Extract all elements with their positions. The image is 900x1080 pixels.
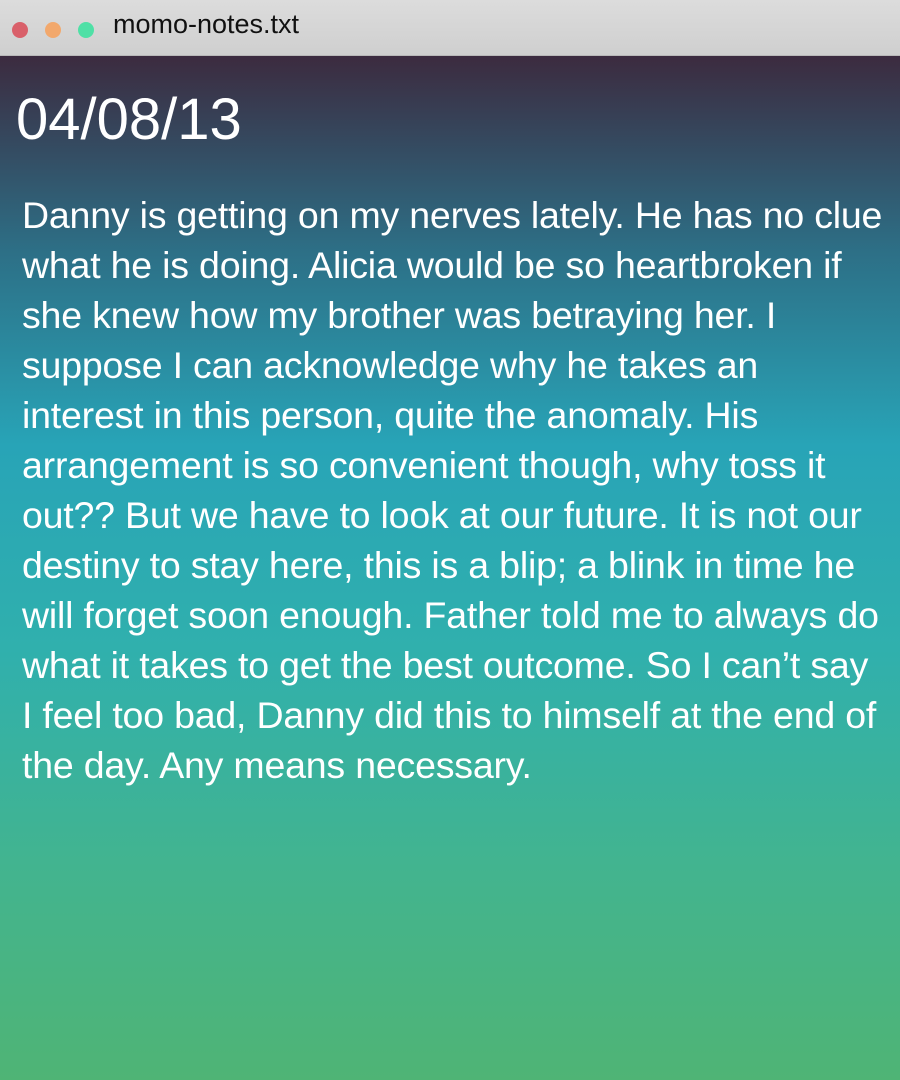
note-date: 04/08/13 [16,87,242,152]
maximize-button[interactable] [78,22,94,38]
title-bar[interactable]: momo-notes.txt [0,0,900,56]
minimize-button[interactable] [45,22,61,38]
window-title: momo-notes.txt [113,9,300,39]
notes-window: momo-notes.txt 04/08/13 Danny is getting… [0,0,900,1080]
note-content-area[interactable]: 04/08/13 Danny is getting on my nerves l… [0,56,900,1080]
note-body-text: Danny is getting on my nerves lately. He… [22,194,883,786]
close-button[interactable] [12,22,28,38]
